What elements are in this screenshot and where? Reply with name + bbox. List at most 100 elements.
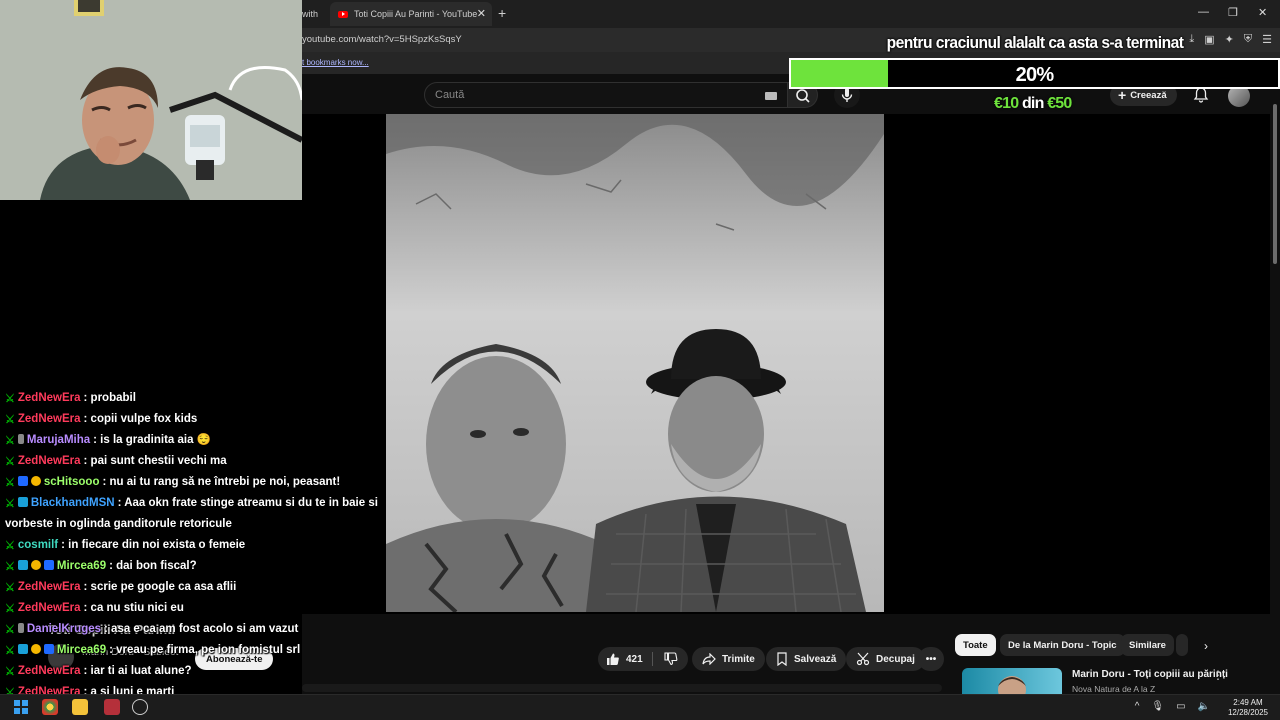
tab-title: Toti Copiii Au Parinti - YouTube <box>354 9 478 19</box>
screen: with Toti Copiii Au Parinti - YouTube ✕ … <box>0 0 1280 720</box>
chat-username[interactable]: DanielKruges <box>27 623 101 635</box>
recommendation-thumbnail[interactable] <box>962 668 1062 696</box>
sub-badge-icon <box>43 560 54 570</box>
create-label: Creează <box>1130 89 1167 101</box>
chat-username[interactable]: Mircea69 <box>57 644 106 656</box>
chat-username[interactable]: ZedNewEra <box>18 392 81 404</box>
webcam-feed <box>0 0 302 200</box>
mod-badge-icon: ⚔ <box>5 393 15 405</box>
new-tab-button[interactable]: + <box>498 5 506 21</box>
chat-username[interactable]: cosmilf <box>18 539 58 551</box>
chat-username[interactable]: Mircea69 <box>57 560 106 572</box>
chat-text: scrie pe google ca asa aflii <box>90 581 237 593</box>
like-separator <box>652 652 653 666</box>
goal-din-label: din <box>1021 95 1044 112</box>
mod-badge-icon: ⚔ <box>5 414 15 426</box>
restore-button[interactable]: ❐ <box>1228 6 1238 19</box>
keyboard-icon[interactable] <box>765 92 777 100</box>
chat-username[interactable]: ZedNewEra <box>18 581 81 593</box>
chat-colon: : <box>83 455 91 467</box>
share-button[interactable]: Trimite <box>692 647 765 671</box>
mic-tray-icon[interactable]: 🎙 <box>1151 701 1164 712</box>
chevron-right-icon[interactable]: › <box>1196 636 1216 656</box>
url-field[interactable]: youtube.com/watch?v=5HSpzKsSqsY <box>302 34 462 45</box>
chat-message: ⚔ ZedNewEra: ca nu stiu nici eu <box>3 598 423 619</box>
chip-partial[interactable] <box>1176 634 1188 656</box>
system-clock[interactable]: 2:49 AM 12/28/2025 <box>1228 698 1268 718</box>
dislike-button[interactable] <box>656 647 686 671</box>
recommendation-title[interactable]: Marin Doru - Toți copiii au părinți <box>1072 669 1228 680</box>
chat-username[interactable]: ZedNewEra <box>18 455 81 467</box>
chat-username[interactable]: BlackhandMSN <box>31 497 115 509</box>
share-label: Trimite <box>722 653 755 665</box>
clip-button[interactable]: Decupaj <box>846 647 925 671</box>
chat-text: vreau pe firma, pe ion fomistul srl <box>116 644 301 656</box>
chat-text: ca nu stiu nici eu <box>90 602 184 614</box>
chat-colon: : <box>83 581 91 593</box>
chat-message: ⚔ Mircea69: dai bon fiscal? <box>3 556 423 577</box>
chat-colon: : <box>83 392 91 404</box>
chat-text: dai bon fiscal? <box>116 560 197 572</box>
file-explorer-icon[interactable] <box>72 699 88 715</box>
like-button[interactable]: 421 <box>598 647 652 671</box>
more-actions-button[interactable]: ••• <box>918 647 944 671</box>
chat-message: ⚔ scHitsooo: nu ai tu rang să ne întrebi … <box>3 472 423 493</box>
chat-text: pai sunt chestii vechi ma <box>90 455 227 467</box>
taskbar-app-icon[interactable] <box>104 699 120 715</box>
chat-text: nu ai tu rang să ne întrebi pe noi, peas… <box>109 476 341 488</box>
chip-all[interactable]: Toate <box>955 634 996 656</box>
scrollbar-thumb[interactable] <box>1273 104 1277 264</box>
video-thumbnail[interactable] <box>386 114 884 612</box>
chat-username[interactable]: ZedNewEra <box>18 602 81 614</box>
obs-taskbar-icon[interactable] <box>132 699 148 715</box>
mod-badge-icon: ⚔ <box>5 624 15 636</box>
close-window-button[interactable]: ✕ <box>1258 6 1267 19</box>
search-input[interactable]: Caută <box>435 89 464 101</box>
chrome-taskbar-icon[interactable] <box>42 699 58 715</box>
minimize-button[interactable]: — <box>1198 6 1209 18</box>
chat-message: ⚔ ZedNewEra: copii vulpe fox kids <box>3 409 423 430</box>
page-scrollbar[interactable] <box>1270 74 1280 694</box>
chat-message: ⚔ ZedNewEra: scrie pe google ca asa aflii <box>3 577 423 598</box>
browser-tab-previous[interactable]: with <box>302 2 328 26</box>
chat-username[interactable]: ZedNewEra <box>18 665 81 677</box>
chat-username[interactable]: ZedNewEra <box>18 413 81 425</box>
tray-chevron-icon[interactable]: ^ <box>1135 701 1140 712</box>
windows-start-icon[interactable] <box>14 700 28 714</box>
bits-badge-icon <box>30 476 41 486</box>
browser-tab-active[interactable]: Toti Copiii Au Parinti - YouTube ✕ <box>330 2 492 26</box>
save-button[interactable]: Salvează <box>766 647 847 671</box>
chat-message: ⚔ Mircea69: vreau pe firma, pe ion fomist… <box>3 640 423 661</box>
volume-icon[interactable]: 🔈 <box>1198 701 1210 712</box>
import-bookmarks-link[interactable]: t bookmarks now... <box>302 58 369 67</box>
video-frame-image <box>386 114 884 612</box>
menu-icon[interactable]: ☰ <box>1262 33 1272 46</box>
chat-colon: : <box>83 413 91 425</box>
mod-badge-icon: ⚔ <box>5 498 15 510</box>
chat-username[interactable]: MarujaMiha <box>27 434 90 446</box>
chat-message: ⚔ ZedNewEra: pai sunt chestii vechi ma <box>3 451 423 472</box>
bits-badge-icon <box>30 560 41 570</box>
chat-text: probabil <box>90 392 136 404</box>
chat-username[interactable]: scHitsooo <box>44 476 100 488</box>
chip-related[interactable]: Similare <box>1121 634 1174 656</box>
mod-badge-icon: ⚔ <box>5 435 15 447</box>
close-tab-icon[interactable]: ✕ <box>477 7 486 20</box>
recommendation-more-icon[interactable]: ⋮ <box>1212 668 1224 682</box>
mod-badge-icon: ⚔ <box>5 603 15 615</box>
misc-badge-icon <box>17 623 24 633</box>
network-icon[interactable]: ▭ <box>1176 701 1185 712</box>
chat-text: is la gradinita aia 😌 <box>100 434 211 446</box>
chat-message: ⚔ BlackhandMSN: Aaa okn frate stinge atre… <box>3 493 423 535</box>
mod-badge-icon: ⚔ <box>5 666 15 678</box>
mod-badge-icon: ⚔ <box>5 561 15 573</box>
donation-goal-title: pentru craciunul alalalt ca asta s-a ter… <box>886 33 1184 52</box>
chat-message: ⚔ DanielKruges: asa e ca am fost acolo si… <box>3 619 423 640</box>
mod-badge-icon: ⚔ <box>5 540 15 552</box>
search-box[interactable]: Caută <box>424 82 788 108</box>
chip-from-channel[interactable]: De la Marin Doru - Topic <box>1000 634 1125 656</box>
donation-goal-percent: 20% <box>1015 64 1054 86</box>
youtube-favicon-icon <box>338 10 348 18</box>
clock-date: 12/28/2025 <box>1227 708 1268 717</box>
webcam-image <box>0 0 302 200</box>
